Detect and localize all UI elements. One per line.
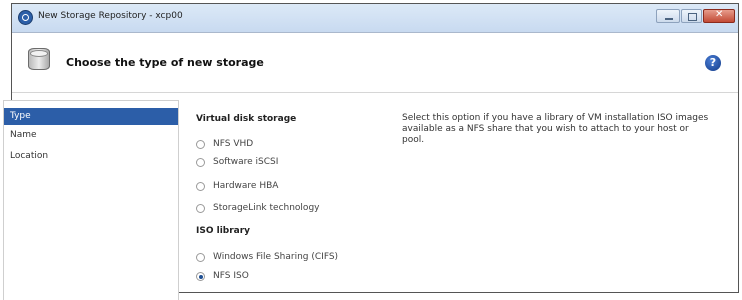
radio-label: StorageLink technology	[213, 203, 320, 213]
radio-label: Software iSCSI	[213, 157, 279, 167]
section-title-iso-library: ISO library	[196, 226, 251, 236]
radio-button[interactable]	[196, 182, 205, 191]
nav-item-name[interactable]: Name	[4, 127, 178, 144]
close-button[interactable]	[703, 9, 735, 23]
radio-label: NFS ISO	[213, 271, 249, 281]
help-icon[interactable]: ?	[705, 55, 721, 71]
nav-item-location[interactable]: Location	[4, 148, 178, 165]
page-title: Choose the type of new storage	[66, 56, 264, 69]
minimize-button[interactable]	[656, 9, 680, 23]
storage-icon	[28, 48, 50, 70]
radio-label: Windows File Sharing (CIFS)	[213, 252, 339, 262]
app-icon	[18, 10, 33, 25]
radio-button[interactable]	[196, 204, 205, 213]
maximize-button[interactable]	[681, 9, 702, 23]
radio-button[interactable]	[196, 158, 205, 167]
title-bar[interactable]: New Storage Repository - xcp00	[12, 4, 738, 33]
window-title: New Storage Repository - xcp00	[38, 11, 183, 21]
radio-button[interactable]	[196, 140, 205, 149]
radio-button-selected[interactable]	[196, 272, 205, 281]
radio-label: Hardware HBA	[213, 181, 279, 191]
wizard-steps-nav: Type Name Location	[3, 100, 179, 300]
section-title-virtual-disk: Virtual disk storage	[196, 114, 297, 124]
option-description: Select this option if you have a library…	[402, 113, 709, 145]
wizard-header: Choose the type of new storage ?	[12, 33, 738, 93]
radio-label: NFS VHD	[213, 139, 254, 149]
radio-button[interactable]	[196, 253, 205, 262]
nav-item-type[interactable]: Type	[4, 108, 178, 125]
